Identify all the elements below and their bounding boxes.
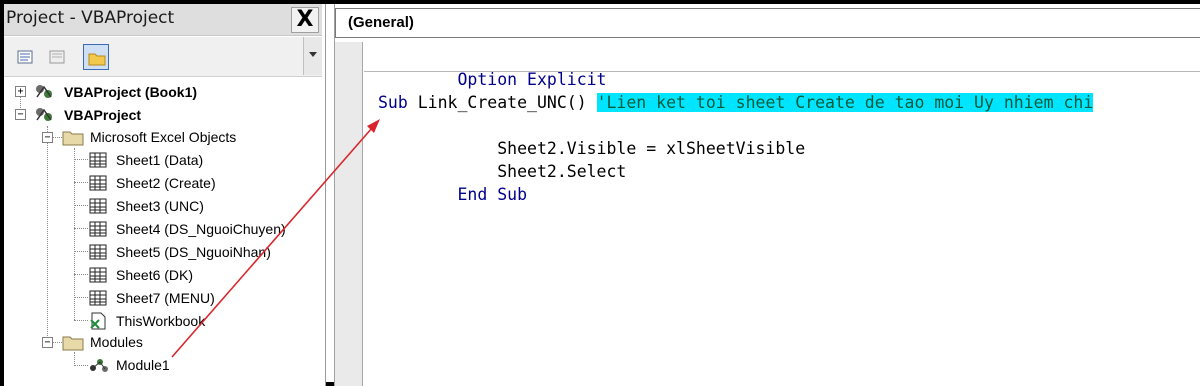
- expand-toggle[interactable]: +: [15, 86, 26, 97]
- workbook-icon: [88, 312, 108, 330]
- sheet-icon: [88, 266, 108, 284]
- code-line[interactable]: Sheet2.Select: [378, 137, 626, 181]
- vbe-window: Project - VBAProject X + VBAProject (Boo…: [0, 0, 1200, 386]
- code-line[interactable]: Sheet2.Visible = xlSheetVisible: [378, 114, 805, 158]
- sheet-icon: [88, 197, 108, 215]
- view-code-icon[interactable]: [12, 44, 38, 70]
- view-object-icon[interactable]: [44, 44, 70, 70]
- object-combo-value: (General): [348, 14, 414, 31]
- module-icon: [88, 356, 108, 374]
- toggle-folders-icon[interactable]: [83, 44, 109, 70]
- scroll-down-button[interactable]: [303, 37, 322, 75]
- code-line[interactable]: Option Explicit: [378, 45, 606, 89]
- collapse-toggle[interactable]: −: [15, 109, 26, 120]
- sheet-icon: [88, 174, 108, 192]
- folder-icon: [62, 333, 84, 351]
- project-toolbar: [4, 37, 322, 77]
- code-line[interactable]: End Sub: [378, 160, 527, 204]
- sheet-icon: [88, 243, 108, 261]
- project-explorer: Project - VBAProject X + VBAProject (Boo…: [4, 4, 326, 386]
- sheet-icon: [88, 289, 108, 307]
- code-line[interactable]: Sub Link_Create_UNC() 'Lien ket toi shee…: [378, 91, 1094, 114]
- project-explorer-titlebar: Project - VBAProject X: [4, 4, 322, 36]
- code-margin-bar[interactable]: [335, 42, 363, 386]
- collapse-toggle[interactable]: −: [42, 337, 53, 348]
- sheet-icon: [88, 151, 108, 169]
- code-window: (General) Option Explicit Sub Link_Creat…: [334, 4, 1200, 386]
- vba-project-icon: [34, 83, 54, 101]
- collapse-toggle[interactable]: −: [42, 132, 53, 143]
- close-button[interactable]: X: [291, 7, 319, 33]
- object-combo[interactable]: (General): [335, 8, 1200, 38]
- project-tree: + VBAProject (Book1) − VBAProject − Micr…: [4, 78, 322, 384]
- vba-project-icon: [34, 106, 54, 124]
- code-separator: [364, 71, 1200, 72]
- folder-icon: [62, 128, 84, 146]
- code-editor[interactable]: Option Explicit Sub Link_Create_UNC() 'L…: [364, 42, 1200, 386]
- project-explorer-title: Project - VBAProject: [6, 8, 175, 28]
- sheet-icon: [88, 220, 108, 238]
